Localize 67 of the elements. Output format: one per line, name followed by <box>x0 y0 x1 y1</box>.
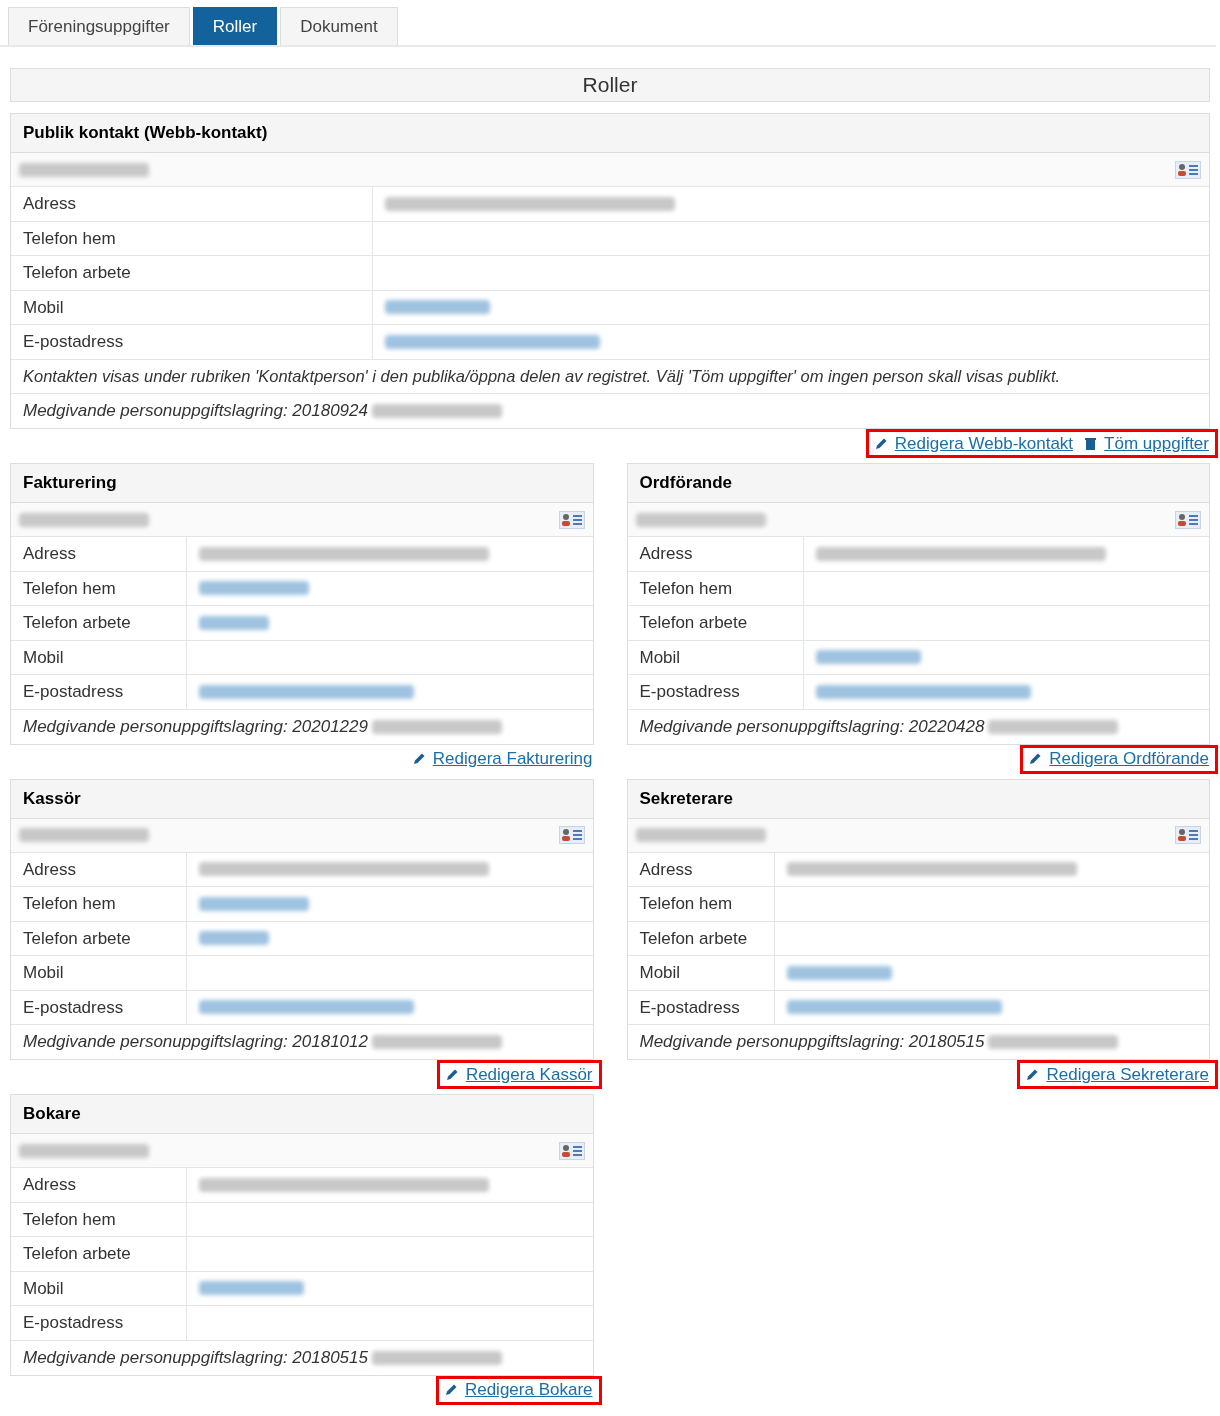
card-title: Publik kontakt (Webb-kontakt) <box>11 114 1209 153</box>
field-label: Telefon arbete <box>23 612 131 634</box>
consent-text: Medgivande personuppgiftslagring: 20181012 <box>23 1031 368 1054</box>
pencil-icon <box>444 1384 457 1396</box>
contact-card-icon <box>558 1141 585 1160</box>
pencil-icon <box>445 1068 458 1081</box>
action-link[interactable]: Redigera Ordförande <box>1049 749 1209 769</box>
contact-card-icon <box>558 510 585 529</box>
consent-text: Medgivande personuppgiftslagring: 20180515 <box>23 1346 368 1369</box>
field-label: Telefon hem <box>23 577 116 600</box>
note-text: Kontakten visas under rubriken 'Kontaktperson' i den publika/öppna delen av registret. Välj 'Töm uppgifter' om ingen person skall visas publikt. <box>23 365 1061 387</box>
field-label: Adress <box>23 193 76 215</box>
field-label: Telefon hem <box>23 1208 116 1231</box>
field-label: Telefon arbete <box>639 612 748 634</box>
field-label: Telefon hem <box>639 577 733 600</box>
tab[interactable]: Dokument <box>280 7 398 45</box>
card-title: Ordförande <box>627 464 1209 503</box>
card-title: Bokare <box>11 1095 593 1134</box>
action-link[interactable]: Redigera Sekreterare <box>1046 1064 1209 1085</box>
field-label: Adress <box>23 543 76 565</box>
action-link[interactable]: Redigera Bokare <box>464 1380 593 1400</box>
consent-text: Medgivande personuppgiftslagring: 20220428 <box>639 715 985 738</box>
field-label: Mobil <box>23 962 64 984</box>
card-title: Fakturering <box>11 464 593 503</box>
action-link[interactable]: Redigera Fakturering <box>432 749 593 769</box>
card-title: Sekreterare <box>627 779 1209 819</box>
field-label: Telefon arbete <box>23 1243 131 1265</box>
contact-card-icon <box>1175 510 1201 529</box>
field-label: E-postadress <box>23 331 124 353</box>
tab[interactable]: Föreningsuppgifter <box>8 7 190 45</box>
field-label: Mobil <box>23 646 64 669</box>
field-label: Telefon arbete <box>639 927 748 950</box>
field-label: Adress <box>23 1174 76 1196</box>
card-title: Kassör <box>11 779 593 819</box>
field-label: Mobil <box>639 646 681 669</box>
pencil-icon <box>1026 1068 1039 1081</box>
field-label: Adress <box>23 858 76 881</box>
field-label: Telefon hem <box>23 893 116 915</box>
field-label: Telefon hem <box>639 893 733 915</box>
pencil-icon <box>1029 753 1042 765</box>
action-link[interactable]: Töm uppgifter <box>1104 433 1209 454</box>
action-link[interactable]: Redigera Kassör <box>465 1064 593 1085</box>
field-label: Mobil <box>639 962 681 984</box>
field-label: E-postadress <box>23 681 124 703</box>
consent-text: Medgivande personuppgiftslagring: 20180924 <box>23 400 368 423</box>
field-label: Telefon arbete <box>23 262 131 284</box>
field-label: E-postadress <box>23 996 124 1019</box>
field-label: Adress <box>639 858 693 881</box>
contact-card-icon <box>1175 826 1201 844</box>
field-label: Telefon arbete <box>23 927 131 950</box>
field-label: Telefon hem <box>23 227 116 250</box>
field-label: E-postadress <box>639 681 740 703</box>
pencil-icon <box>874 437 887 450</box>
contact-card-icon <box>1175 160 1201 179</box>
consent-text: Medgivande personuppgiftslagring: 20180515 <box>639 1031 985 1054</box>
action-link[interactable]: Redigera Webb-kontakt <box>894 433 1074 454</box>
pencil-icon <box>412 753 425 765</box>
section-header: Roller <box>10 68 1210 102</box>
field-label: E-postadress <box>639 996 740 1019</box>
consent-text: Medgivande personuppgiftslagring: 20201229 <box>23 715 368 738</box>
field-label: Mobil <box>23 296 64 319</box>
field-label: E-postadress <box>23 1312 124 1334</box>
field-label: Adress <box>639 543 693 565</box>
tab[interactable]: Roller <box>192 7 278 45</box>
trash-icon <box>1085 437 1097 450</box>
field-label: Mobil <box>23 1277 64 1300</box>
contact-card-icon <box>558 826 585 844</box>
